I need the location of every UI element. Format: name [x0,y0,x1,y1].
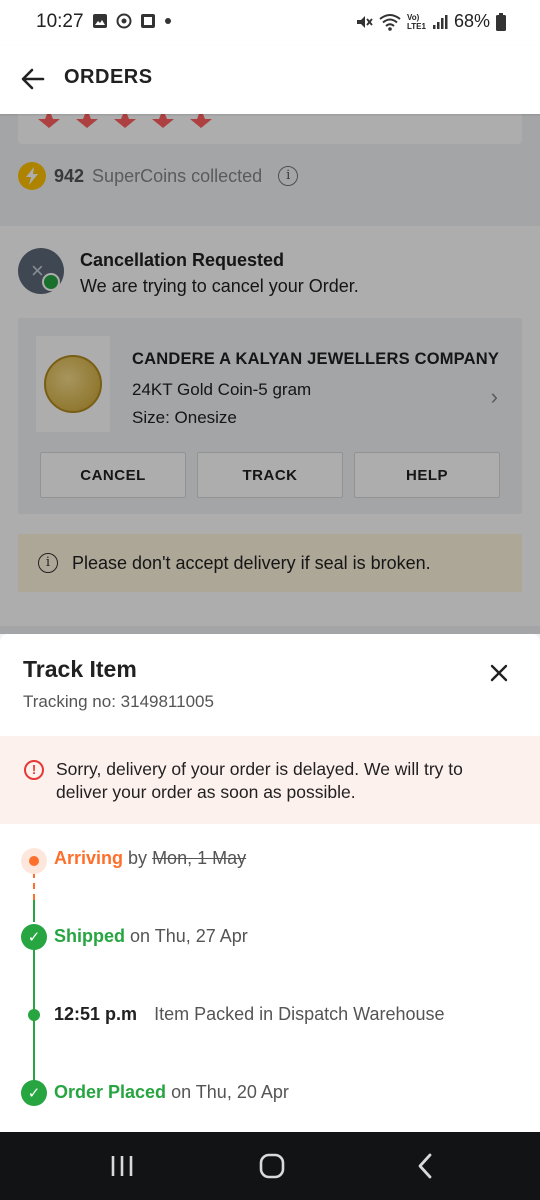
dot-icon [165,18,171,24]
timeline-packed-time: 12:51 p.m [54,1004,138,1024]
status-time: 10:27 [36,11,84,32]
system-nav-bar [0,1132,540,1200]
check-icon: ✓ [21,924,47,950]
network-label: Vo) LTE1 [407,13,426,31]
network-label-bottom: LTE1 [407,21,426,31]
timeline-order-placed-label: Order Placed [54,1082,167,1102]
tracking-label: Tracking no: [23,692,116,711]
timeline-arriving-label: Arriving [54,848,124,868]
delay-alert: ! Sorry, delivery of your order is delay… [0,736,540,824]
close-icon [490,664,508,682]
home-icon [259,1153,285,1179]
page-title: ORDERS [64,66,153,88]
home-button[interactable] [258,1152,286,1180]
track-item-sheet: Track Item Tracking no: 3149811005 ! Sor… [0,634,540,1132]
timeline-connector [33,900,35,922]
mute-icon [357,15,373,28]
back-icon [418,1153,432,1179]
check-icon: ✓ [21,1080,47,1106]
timeline-order-placed-connector: on [171,1082,192,1102]
timeline-shipped-label: Shipped [54,926,125,946]
battery-icon [496,12,506,31]
back-button[interactable] [16,62,50,96]
pending-dot-icon [21,848,47,874]
timeline-arriving-date: Mon, 1 May [152,848,247,868]
timeline-pending-connector [33,872,35,900]
status-bar: 10:27 Vo) LTE1 68% [0,0,540,46]
delay-alert-text: Sorry, delivery of your order is delayed… [56,759,463,802]
timeline-shipped-connector: on [130,926,151,946]
at-icon [116,13,132,29]
timeline-shipped-date: Thu, 27 Apr [154,926,248,946]
network-label-top: Vo) [407,12,420,22]
battery-percent: 68% [453,11,490,31]
timeline-packed-text: Item Packed in Dispatch Warehouse [154,1004,445,1024]
timeline-arriving-connector: by [128,848,148,868]
tracking-number: 3149811005 [120,692,214,711]
signal-icon [432,14,448,29]
arrow-left-icon [21,68,45,90]
modal-scrim[interactable] [0,114,540,634]
tracking-number-row: Tracking no: 3149811005 [23,692,214,712]
timeline-shipped: Shipped on Thu, 27 Apr [54,926,248,947]
app-bar: ORDERS [0,46,540,114]
timeline-packed: 12:51 p.m Item Packed in Dispatch Wareho… [54,1004,445,1025]
timeline-order-placed: Order Placed on Thu, 20 Apr [54,1082,289,1103]
app-icon [141,14,155,28]
recents-button[interactable] [108,1152,136,1180]
alert-icon: ! [24,760,44,780]
recents-icon [111,1156,133,1176]
status-notification-icons [92,13,172,29]
timeline-order-placed-date: Thu, 20 Apr [195,1082,289,1102]
status-system-icons: Vo) LTE1 68% [355,11,506,32]
image-icon [93,14,107,28]
wifi-icon [379,13,401,31]
sheet-title: Track Item [23,656,137,682]
nav-back-button[interactable] [412,1152,440,1180]
sub-event-dot-icon [28,1009,40,1021]
timeline-arriving: Arriving by Mon, 1 May [54,848,246,869]
close-button[interactable] [488,662,510,684]
